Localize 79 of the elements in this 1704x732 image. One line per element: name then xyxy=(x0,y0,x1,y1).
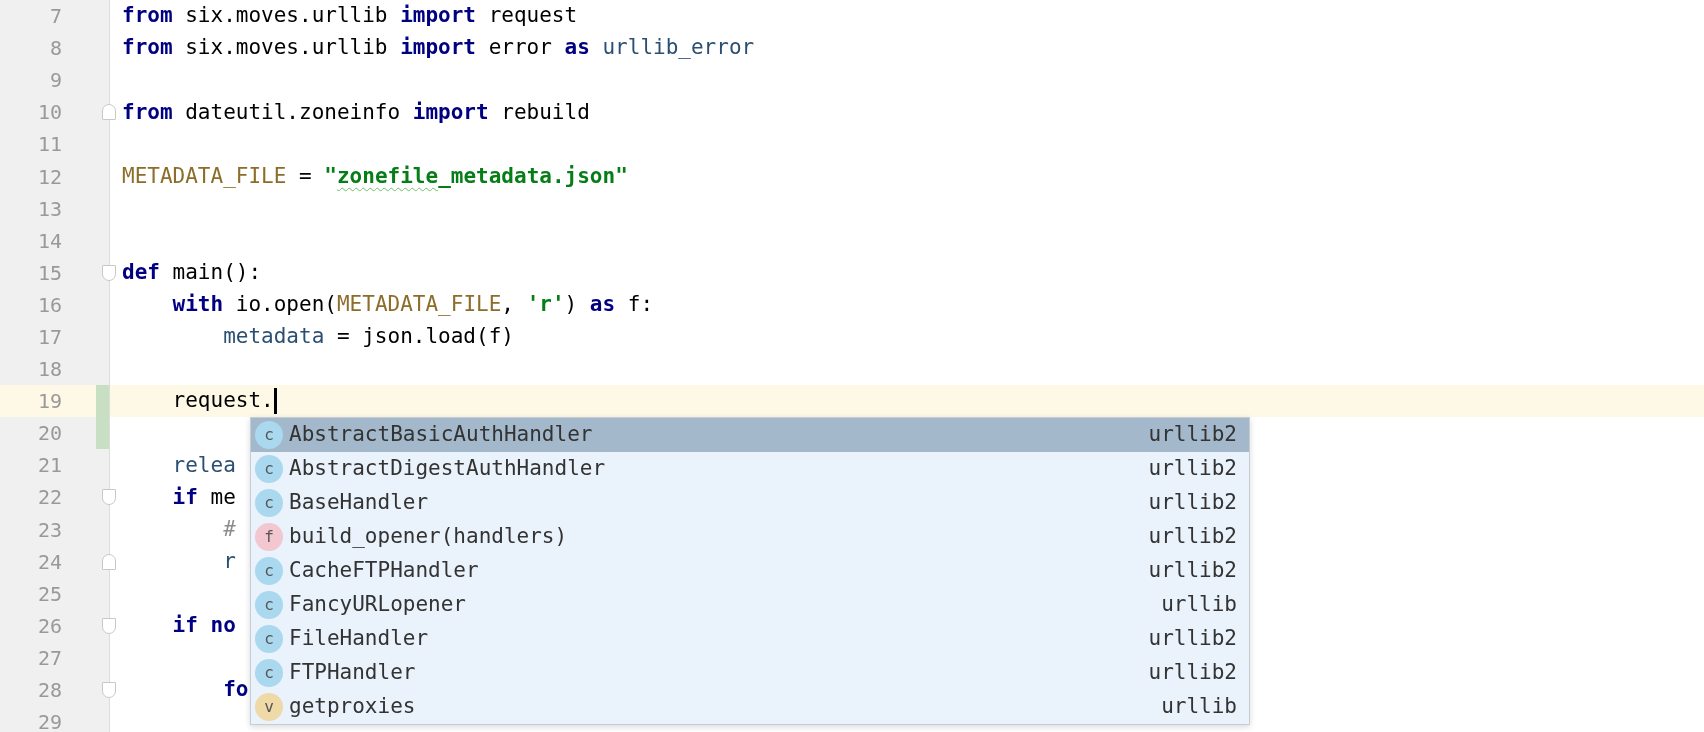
completion-name: FileHandler xyxy=(289,625,430,653)
code-line: request. xyxy=(171,387,274,415)
completion-item[interactable]: c AbstractBasicAuthHandler urllib2 xyxy=(251,418,1249,452)
fold-icon[interactable] xyxy=(102,104,116,121)
line-number: 18 xyxy=(36,356,62,384)
line-number: 8 xyxy=(48,35,62,63)
code-line: with io.open(METADATA_FILE, 'r') as f: xyxy=(171,291,654,319)
completion-item[interactable]: c FTPHandler urllib2 xyxy=(251,656,1249,690)
line-number: 9 xyxy=(48,67,62,95)
class-icon: c xyxy=(255,659,283,687)
line-number: 22 xyxy=(36,484,62,512)
line-number: 11 xyxy=(36,131,62,159)
code-line: # xyxy=(222,515,236,543)
line-number: 12 xyxy=(36,163,62,191)
function-icon: f xyxy=(255,523,283,551)
completion-name: FancyURLopener xyxy=(289,591,467,619)
fold-icon[interactable] xyxy=(102,617,116,634)
line-number: 24 xyxy=(36,548,62,576)
fold-icon[interactable] xyxy=(102,264,116,281)
completion-item[interactable]: c FancyURLopener urllib xyxy=(251,588,1249,622)
code-line: from dateutil.zoneinfo import rebuild xyxy=(122,98,590,126)
code-line: def main(): xyxy=(122,259,262,287)
completion-item[interactable]: v getproxies urllib xyxy=(251,690,1249,724)
class-icon: c xyxy=(255,455,283,483)
line-number: 16 xyxy=(36,291,62,319)
completion-name: getproxies xyxy=(289,693,417,721)
completion-name: AbstractDigestAuthHandler xyxy=(289,455,607,483)
code-line: METADATA_FILE = "zonefile_metadata.json" xyxy=(122,162,628,190)
class-icon: c xyxy=(255,421,283,449)
module-name: urllib2 xyxy=(1148,625,1237,653)
completion-item[interactable]: c AbstractDigestAuthHandler urllib2 xyxy=(251,452,1249,486)
class-icon: c xyxy=(255,625,283,653)
line-number: 10 xyxy=(36,99,62,127)
completion-item[interactable]: c CacheFTPHandler urllib2 xyxy=(251,554,1249,588)
code-line: metadata = json.load(f) xyxy=(222,323,514,351)
module-name: urllib2 xyxy=(1148,455,1237,483)
module-name: urllib2 xyxy=(1148,489,1237,517)
line-number: 15 xyxy=(36,259,62,287)
code-line: fo xyxy=(222,676,249,704)
line-number: 13 xyxy=(36,195,62,223)
class-icon: c xyxy=(255,489,283,517)
completion-name: AbstractBasicAuthHandler xyxy=(289,421,594,449)
completion-name: CacheFTPHandler xyxy=(289,557,480,585)
fold-icon[interactable] xyxy=(102,682,116,698)
line-number: 14 xyxy=(36,227,62,255)
fold-icon[interactable] xyxy=(102,489,116,506)
line-number: 21 xyxy=(36,452,62,480)
line-number: 17 xyxy=(36,324,62,351)
line-number: 28 xyxy=(36,677,62,704)
module-name: urllib2 xyxy=(1148,421,1237,449)
variable-icon: v xyxy=(255,693,283,721)
line-number: 29 xyxy=(36,709,62,732)
line-number: 7 xyxy=(48,3,62,31)
completion-name: build_opener(handlers) xyxy=(289,523,569,551)
code-line: from six.moves.urllib import error as urllib_error xyxy=(122,34,755,62)
code-line: from six.moves.urllib import request xyxy=(122,2,578,30)
line-number: 26 xyxy=(36,612,62,640)
completion-name: FTPHandler xyxy=(289,659,417,687)
module-name: urllib xyxy=(1161,693,1237,721)
line-number: 27 xyxy=(36,644,62,672)
code-line: relea xyxy=(171,451,236,479)
completion-item[interactable]: c FileHandler urllib2 xyxy=(251,622,1249,656)
line-number: 20 xyxy=(36,420,62,448)
completion-item[interactable]: f build_opener(handlers) urllib2 xyxy=(251,520,1249,554)
completion-name: BaseHandler xyxy=(289,489,430,517)
line-number: 23 xyxy=(36,516,62,544)
code-line: if no xyxy=(171,612,236,640)
line-number: 19 xyxy=(36,388,62,416)
module-name: urllib2 xyxy=(1148,557,1237,585)
module-name: urllib xyxy=(1161,591,1237,619)
code-line: if me xyxy=(171,483,236,511)
code-line: r xyxy=(222,547,236,575)
fold-icon[interactable] xyxy=(102,553,116,570)
class-icon: c xyxy=(255,591,283,619)
module-name: urllib2 xyxy=(1148,523,1237,551)
module-name: urllib2 xyxy=(1148,659,1237,687)
completion-item[interactable]: c BaseHandler urllib2 xyxy=(251,486,1249,520)
line-number: 25 xyxy=(36,580,62,608)
class-icon: c xyxy=(255,557,283,585)
